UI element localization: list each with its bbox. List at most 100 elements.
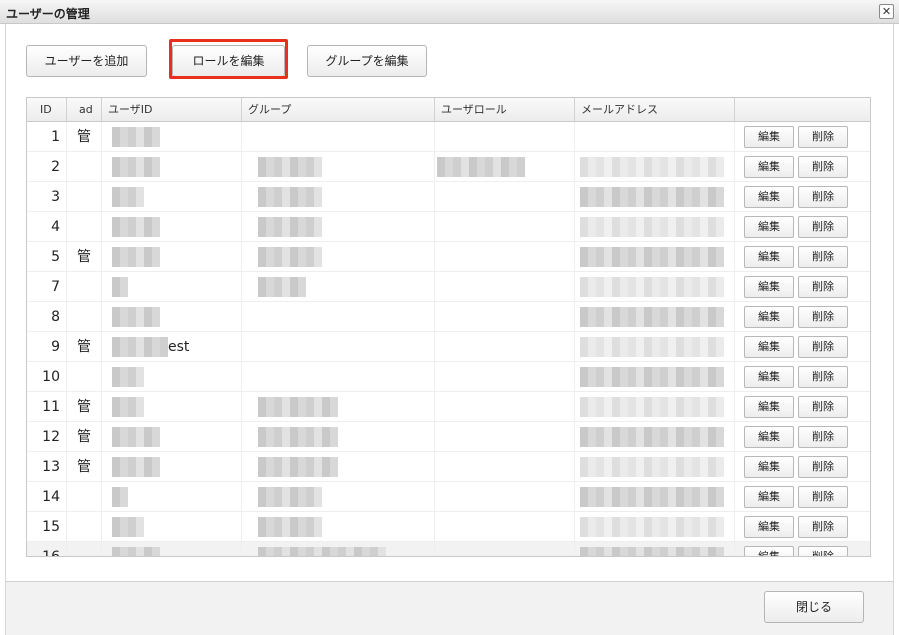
delete-button[interactable]: 削除 — [798, 456, 848, 478]
edit-button[interactable]: 編集 — [744, 336, 794, 358]
header-email[interactable]: メールアドレス — [575, 98, 735, 122]
table-row[interactable]: 16 編集 削除 — [27, 542, 870, 556]
cell-actions: 編集 削除 — [735, 182, 870, 212]
redacted-block — [112, 427, 160, 447]
cell-user-id — [102, 272, 242, 302]
table-row[interactable]: 8 編集 削除 — [27, 302, 870, 332]
cell-actions: 編集 削除 — [735, 302, 870, 332]
redacted-block — [580, 547, 724, 556]
header-actions — [735, 98, 870, 122]
cell-ad: 管 — [67, 422, 102, 452]
table-row[interactable]: 12 管 編集 削除 — [27, 422, 870, 452]
cell-group — [242, 272, 435, 302]
redacted-block — [258, 157, 322, 177]
table-row[interactable]: 11 管 編集 削除 — [27, 392, 870, 422]
header-user-id[interactable]: ユーザID — [102, 98, 242, 122]
edit-button[interactable]: 編集 — [744, 426, 794, 448]
edit-button[interactable]: 編集 — [744, 366, 794, 388]
delete-button[interactable]: 削除 — [798, 396, 848, 418]
table-row[interactable]: 1 管 編集 削除 — [27, 122, 870, 152]
edit-role-button[interactable]: ロールを編集 — [172, 45, 285, 77]
header-ad[interactable]: ad — [67, 98, 102, 122]
delete-button[interactable]: 削除 — [798, 186, 848, 208]
cell-user-id — [102, 422, 242, 452]
close-icon[interactable]: ✕ — [879, 4, 894, 19]
table-row[interactable]: 3 編集 削除 — [27, 182, 870, 212]
delete-button[interactable]: 削除 — [798, 486, 848, 508]
header-group[interactable]: グループ — [242, 98, 435, 122]
delete-button[interactable]: 削除 — [798, 306, 848, 328]
redacted-block — [112, 127, 160, 147]
edit-button[interactable]: 編集 — [744, 396, 794, 418]
cell-email — [575, 482, 735, 512]
edit-button[interactable]: 編集 — [744, 486, 794, 508]
cell-actions: 編集 削除 — [735, 212, 870, 242]
edit-button[interactable]: 編集 — [744, 276, 794, 298]
table-row[interactable]: 4 編集 削除 — [27, 212, 870, 242]
edit-button[interactable]: 編集 — [744, 456, 794, 478]
cell-user-id — [102, 152, 242, 182]
cell-user-id — [102, 182, 242, 212]
edit-button[interactable]: 編集 — [744, 186, 794, 208]
edit-group-button[interactable]: グループを編集 — [307, 45, 427, 77]
cell-group — [242, 482, 435, 512]
delete-button[interactable]: 削除 — [798, 546, 848, 556]
edit-button[interactable]: 編集 — [744, 216, 794, 238]
cell-ad — [67, 362, 102, 392]
cell-group — [242, 542, 435, 556]
redacted-block — [112, 337, 168, 357]
edit-button[interactable]: 編集 — [744, 546, 794, 556]
add-user-button[interactable]: ユーザーを追加 — [26, 45, 147, 77]
cell-id: 13 — [27, 452, 67, 482]
header-id[interactable]: ID — [27, 98, 67, 122]
edit-button[interactable]: 編集 — [744, 516, 794, 538]
cell-group — [242, 182, 435, 212]
user-id-text: est — [168, 339, 190, 355]
table-row[interactable]: 9 管 est 編集 削除 — [27, 332, 870, 362]
delete-button[interactable]: 削除 — [798, 516, 848, 538]
redacted-block — [580, 247, 724, 267]
cell-actions: 編集 削除 — [735, 122, 870, 152]
delete-button[interactable]: 削除 — [798, 276, 848, 298]
table-row[interactable]: 5 管 編集 削除 — [27, 242, 870, 272]
cell-user-id — [102, 212, 242, 242]
cell-ad — [67, 482, 102, 512]
delete-button[interactable]: 削除 — [798, 216, 848, 238]
delete-button[interactable]: 削除 — [798, 336, 848, 358]
redacted-block — [580, 517, 724, 537]
redacted-block — [258, 217, 322, 237]
title-bar: ユーザーの管理 ✕ — [0, 0, 899, 24]
table-row[interactable]: 10 編集 削除 — [27, 362, 870, 392]
edit-button[interactable]: 編集 — [744, 246, 794, 268]
table-row[interactable]: 2 編集 削除 — [27, 152, 870, 182]
cell-id: 5 — [27, 242, 67, 272]
cell-group — [242, 512, 435, 542]
cell-ad: 管 — [67, 122, 102, 152]
redacted-block — [258, 247, 322, 267]
edit-button[interactable]: 編集 — [744, 126, 794, 148]
cell-id: 7 — [27, 272, 67, 302]
table-row[interactable]: 7 編集 削除 — [27, 272, 870, 302]
cell-id: 11 — [27, 392, 67, 422]
table-row[interactable]: 14 編集 削除 — [27, 482, 870, 512]
edit-button[interactable]: 編集 — [744, 306, 794, 328]
close-button[interactable]: 閉じる — [764, 591, 864, 623]
cell-group — [242, 152, 435, 182]
delete-button[interactable]: 削除 — [798, 156, 848, 178]
edit-button[interactable]: 編集 — [744, 156, 794, 178]
table-row[interactable]: 13 管 編集 削除 — [27, 452, 870, 482]
cell-ad — [67, 212, 102, 242]
delete-button[interactable]: 削除 — [798, 246, 848, 268]
redacted-block — [580, 337, 724, 357]
cell-user-role — [435, 302, 575, 332]
redacted-block — [112, 307, 160, 327]
cell-id: 4 — [27, 212, 67, 242]
delete-button[interactable]: 削除 — [798, 426, 848, 448]
cell-user-id — [102, 512, 242, 542]
delete-button[interactable]: 削除 — [798, 366, 848, 388]
cell-ad: 管 — [67, 452, 102, 482]
table-row[interactable]: 15 編集 削除 — [27, 512, 870, 542]
cell-email — [575, 302, 735, 332]
delete-button[interactable]: 削除 — [798, 126, 848, 148]
header-user-role[interactable]: ユーザロール — [435, 98, 575, 122]
